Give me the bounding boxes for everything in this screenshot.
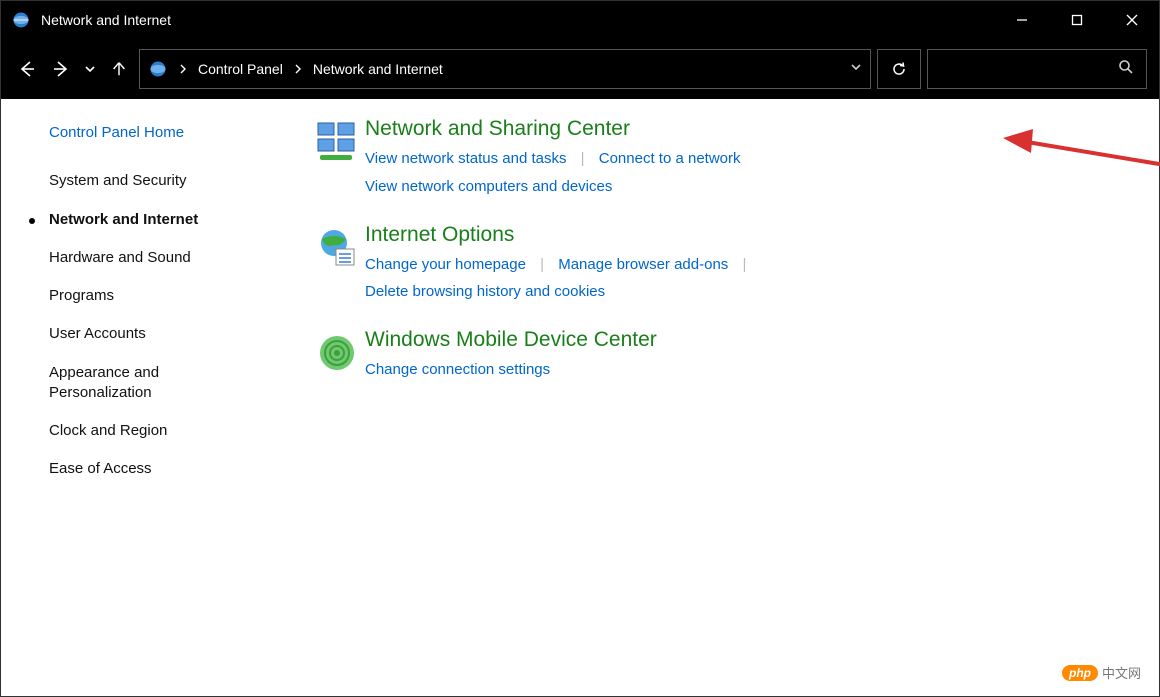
- chevron-right-icon[interactable]: [178, 64, 188, 74]
- minimize-button[interactable]: [994, 1, 1049, 39]
- section-network-sharing: Network and Sharing Center View network …: [309, 117, 1129, 201]
- separator: |: [540, 256, 544, 273]
- sidebar-item-appearance[interactable]: Appearance and Personalization: [49, 363, 229, 404]
- window-title: Network and Internet: [41, 12, 171, 28]
- search-icon: [1118, 59, 1134, 80]
- section-mobile-device: Windows Mobile Device Center Change conn…: [309, 328, 1129, 384]
- section-title[interactable]: Internet Options: [365, 223, 1129, 247]
- section-internet-options: Internet Options Change your homepage | …: [309, 223, 1129, 307]
- breadcrumb-current[interactable]: Network and Internet: [313, 61, 443, 77]
- internet-options-icon: [309, 223, 365, 307]
- titlebar: Network and Internet: [1, 1, 1159, 39]
- control-panel-icon: [11, 10, 31, 30]
- section-title[interactable]: Windows Mobile Device Center: [365, 328, 1129, 352]
- up-button[interactable]: [105, 49, 133, 89]
- body: Control Panel Home System and Security N…: [1, 99, 1159, 696]
- section-title[interactable]: Network and Sharing Center: [365, 117, 1129, 141]
- window: Network and Internet: [0, 0, 1160, 697]
- chevron-right-icon[interactable]: [293, 64, 303, 74]
- back-button[interactable]: [13, 49, 41, 89]
- watermark: php 中文网: [1062, 663, 1141, 682]
- link-change-connection[interactable]: Change connection settings: [365, 361, 550, 378]
- recent-locations-button[interactable]: [81, 49, 99, 89]
- sidebar-item-programs[interactable]: Programs: [49, 286, 281, 306]
- chevron-down-icon[interactable]: [850, 60, 862, 78]
- sidebar-home-link[interactable]: Control Panel Home: [49, 123, 281, 143]
- control-panel-icon: [148, 59, 168, 79]
- breadcrumb-root[interactable]: Control Panel: [198, 61, 283, 77]
- separator: |: [581, 150, 585, 167]
- sidebar-item-ease-of-access[interactable]: Ease of Access: [49, 459, 281, 479]
- link-connect-network[interactable]: Connect to a network: [599, 150, 741, 167]
- watermark-text: 中文网: [1102, 663, 1141, 682]
- main-content: Network and Sharing Center View network …: [301, 99, 1159, 696]
- maximize-button[interactable]: [1049, 1, 1104, 39]
- separator: |: [742, 256, 746, 273]
- sidebar-item-hardware-sound[interactable]: Hardware and Sound: [49, 248, 281, 268]
- search-box[interactable]: [927, 49, 1147, 89]
- sidebar: Control Panel Home System and Security N…: [1, 99, 301, 696]
- link-delete-history[interactable]: Delete browsing history and cookies: [365, 283, 605, 300]
- sidebar-item-clock-region[interactable]: Clock and Region: [49, 421, 281, 441]
- link-change-homepage[interactable]: Change your homepage: [365, 256, 526, 273]
- refresh-button[interactable]: [877, 49, 921, 89]
- sidebar-item-user-accounts[interactable]: User Accounts: [49, 324, 281, 344]
- link-view-status[interactable]: View network status and tasks: [365, 150, 567, 167]
- sidebar-item-network-internet[interactable]: Network and Internet: [49, 210, 281, 230]
- navbar: Control Panel Network and Internet: [1, 39, 1159, 99]
- link-manage-addons[interactable]: Manage browser add-ons: [558, 256, 728, 273]
- network-sharing-icon: [309, 117, 365, 201]
- mobile-device-icon: [309, 328, 365, 384]
- forward-button[interactable]: [47, 49, 75, 89]
- close-button[interactable]: [1104, 1, 1159, 39]
- sidebar-item-system-security[interactable]: System and Security: [49, 171, 281, 191]
- link-view-computers[interactable]: View network computers and devices: [365, 178, 612, 195]
- watermark-badge: php: [1062, 665, 1098, 681]
- address-bar[interactable]: Control Panel Network and Internet: [139, 49, 871, 89]
